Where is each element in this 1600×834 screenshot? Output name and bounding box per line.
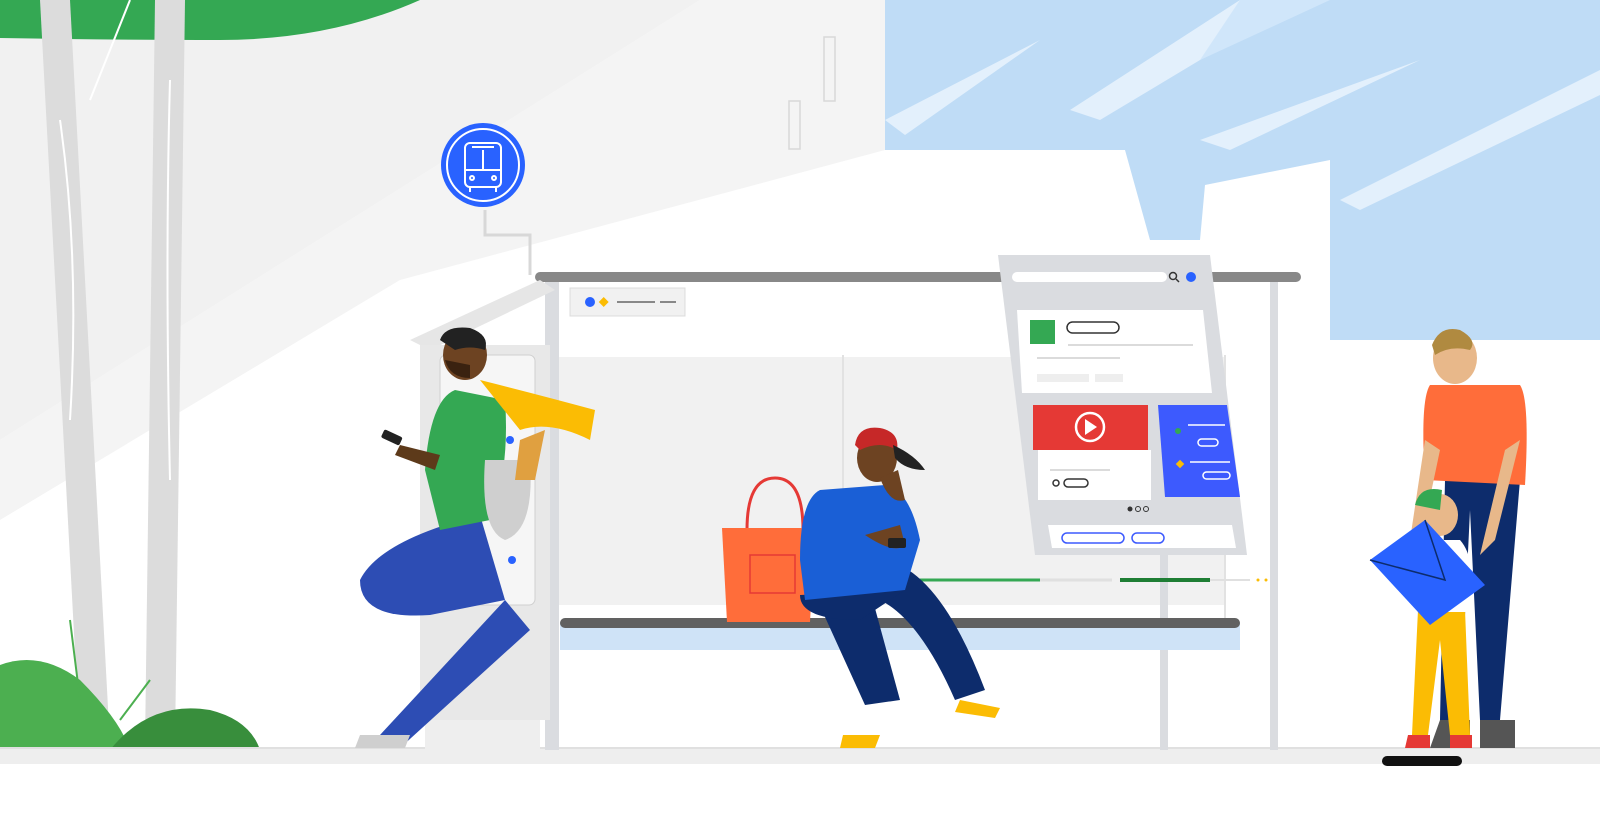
shelter-info-strip [569,287,686,317]
digital-display [998,255,1247,555]
sidewalk [0,748,1600,764]
bus-stop-illustration [0,0,1600,834]
skateboard [1382,756,1462,766]
